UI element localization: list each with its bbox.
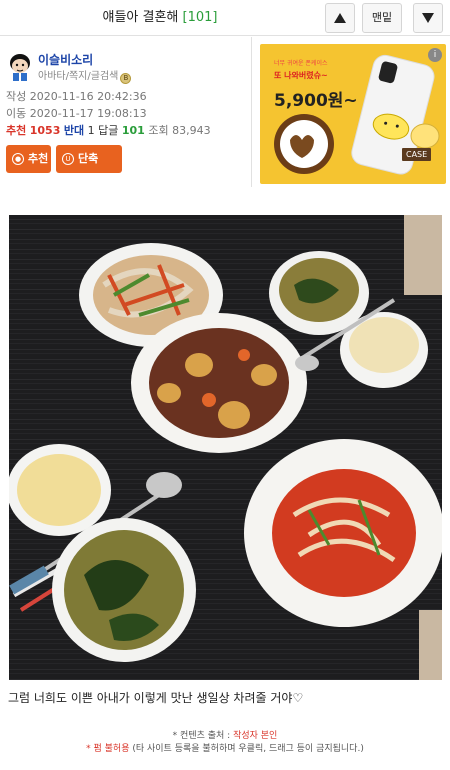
written-label: 작성 bbox=[6, 90, 27, 103]
reply-count-stat: 101 bbox=[121, 124, 145, 137]
shorturl-button-label: 단축URL bbox=[78, 152, 103, 193]
phone-case-image bbox=[274, 54, 440, 175]
source-value: 작성자 본인 bbox=[233, 731, 278, 741]
notice-prefix: * 펌 불허용 bbox=[86, 744, 130, 754]
content-source: * 컨텐츠 출처 : 작성자 본인 bbox=[0, 728, 450, 741]
post-info-panel: 이슬비소리 아바타/쪽지/글검색 B 작성 2020-11-16 20:42:36… bbox=[0, 37, 252, 193]
stats-row: 추천 1053 반대 1 답글 101 조회 83,943 bbox=[6, 122, 211, 138]
food-photo bbox=[9, 215, 442, 680]
notice-rest: (타 사이트 등록을 불허하며 우클릭, 드래그 등이 금지됩니다.) bbox=[129, 744, 364, 754]
recommend-button-label: 추천 bbox=[28, 152, 49, 165]
written-date: 2020-11-16 20:42:36 bbox=[29, 90, 147, 103]
moved-label: 이동 bbox=[6, 107, 27, 120]
author-name[interactable]: 이슬비소리 bbox=[38, 51, 93, 68]
oppose-label: 반대 bbox=[63, 124, 85, 137]
moved-date-row: 이동 2020-11-17 19:08:13 bbox=[6, 105, 147, 121]
triangle-down-icon bbox=[422, 13, 434, 23]
recommend-count: 1053 bbox=[29, 124, 61, 137]
oppose-count: 1 bbox=[87, 124, 95, 137]
written-date-row: 작성 2020-11-16 20:42:36 bbox=[6, 88, 147, 104]
post-caption: 그럼 너희도 이쁜 아내가 이렇게 맛난 생일상 차려줄 거야♡ bbox=[8, 691, 304, 705]
avatar[interactable] bbox=[6, 51, 34, 81]
reply-label: 답글 bbox=[98, 124, 119, 137]
ad-banner[interactable]: i 너무 귀여운 폰케이스 또 나와버렸슈~ 5,900원~ CASE bbox=[260, 44, 446, 184]
shorturl-button[interactable]: U 단축URL bbox=[56, 145, 122, 193]
moved-date: 2020-11-17 19:08:13 bbox=[29, 107, 147, 120]
post-title-text: 얘들아 결혼해 bbox=[102, 10, 179, 25]
author-links[interactable]: 아바타/쪽지/글검색 B bbox=[38, 67, 132, 84]
scroll-down-button[interactable] bbox=[413, 3, 443, 33]
coin-icon: B bbox=[120, 73, 132, 84]
views-count: 83,943 bbox=[172, 124, 211, 137]
scroll-up-button[interactable] bbox=[325, 3, 355, 33]
author-links-text[interactable]: 아바타/쪽지/글검색 bbox=[38, 71, 118, 82]
go-bottom-button[interactable]: 맨밑 bbox=[362, 3, 402, 33]
top-header: 얘들아 결혼해 [101] 맨밑 bbox=[0, 0, 450, 36]
recommend-label: 추천 bbox=[6, 124, 27, 137]
triangle-up-icon bbox=[334, 13, 346, 23]
reply-count: [101] bbox=[182, 10, 218, 25]
post-title: 얘들아 결혼해 [101] bbox=[0, 0, 320, 36]
views-label: 조회 bbox=[148, 124, 169, 137]
thumb-icon: ● bbox=[12, 153, 24, 165]
source-prefix: * 컨텐츠 출처 : bbox=[172, 731, 234, 741]
link-icon: U bbox=[62, 153, 74, 165]
copy-notice: * 펌 불허용 (타 사이트 등록을 불허하며 우클릭, 드래그 등이 금지됩니… bbox=[0, 741, 450, 754]
ad-case-tag: CASE bbox=[402, 148, 432, 161]
recommend-button[interactable]: ● 추천 bbox=[6, 145, 51, 173]
